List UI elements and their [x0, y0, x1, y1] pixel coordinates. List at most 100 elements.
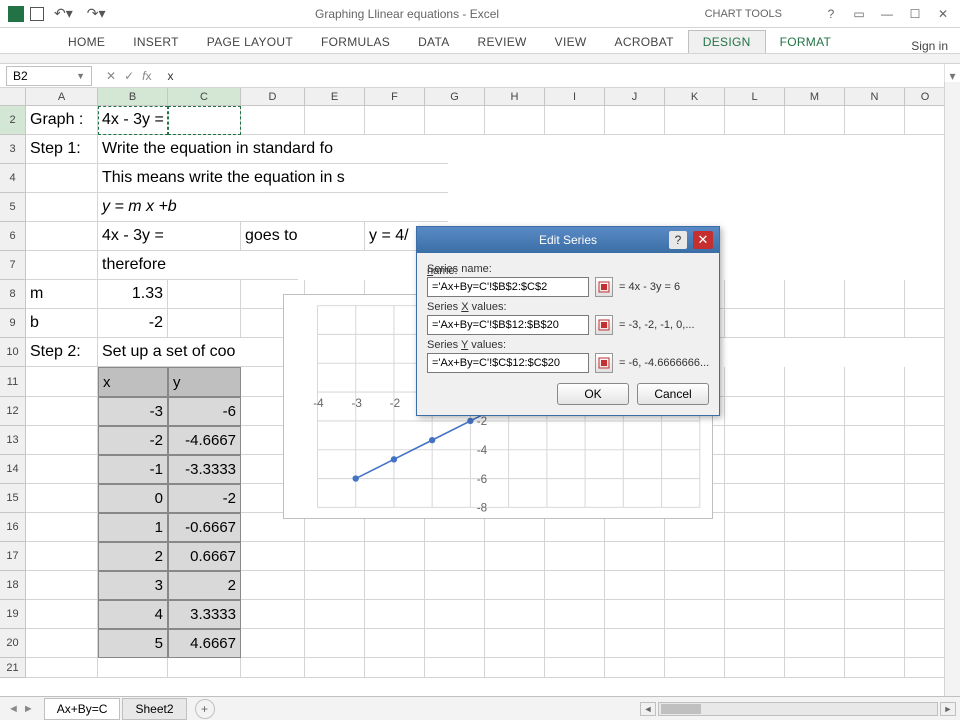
cell[interactable] [365, 571, 425, 600]
cell[interactable] [26, 367, 98, 397]
cell[interactable] [665, 658, 725, 678]
cell[interactable] [725, 397, 785, 426]
cell[interactable] [605, 106, 665, 135]
cell[interactable] [725, 600, 785, 629]
col-header[interactable]: F [365, 88, 425, 106]
cell[interactable] [845, 106, 905, 135]
cell[interactable] [725, 658, 785, 678]
cell[interactable] [605, 600, 665, 629]
signin-link[interactable]: Sign in [911, 39, 960, 53]
cell[interactable] [425, 600, 485, 629]
cell[interactable] [305, 542, 365, 571]
cell[interactable] [305, 600, 365, 629]
table-cell[interactable]: -6 [168, 397, 241, 426]
cell[interactable] [365, 629, 425, 658]
row-header[interactable]: 10 [0, 338, 26, 367]
cell[interactable] [785, 629, 845, 658]
horizontal-scrollbar[interactable] [658, 702, 938, 716]
row-header[interactable]: 12 [0, 397, 26, 426]
row-header[interactable]: 15 [0, 484, 26, 513]
col-header[interactable]: B [98, 88, 168, 106]
cell[interactable] [725, 484, 785, 513]
table-cell[interactable]: 0 [98, 484, 168, 513]
series-x-input[interactable] [427, 315, 589, 335]
cell[interactable] [168, 280, 241, 309]
table-cell[interactable]: -1 [98, 455, 168, 484]
cell[interactable]: Write the equation in standard fo [98, 135, 448, 164]
cell[interactable] [845, 513, 905, 542]
cell[interactable] [26, 571, 98, 600]
cell[interactable] [725, 629, 785, 658]
cell[interactable] [845, 658, 905, 678]
cell[interactable] [785, 426, 845, 455]
cell[interactable] [545, 542, 605, 571]
scroll-left-icon[interactable]: ◄ [640, 702, 656, 716]
name-box[interactable]: B2 ▼ [6, 66, 92, 86]
cell[interactable] [905, 426, 946, 455]
cell[interactable] [725, 106, 785, 135]
cell[interactable] [725, 513, 785, 542]
formula-bar[interactable]: x [159, 69, 944, 83]
table-cell[interactable]: 1 [98, 513, 168, 542]
cell[interactable] [605, 571, 665, 600]
cell[interactable] [365, 542, 425, 571]
tab-home[interactable]: HOME [54, 31, 119, 53]
cell[interactable]: 4x - 3y = 6 [98, 222, 168, 251]
cancel-button[interactable]: Cancel [637, 383, 709, 405]
cell[interactable] [485, 658, 545, 678]
series-y-input[interactable] [427, 353, 589, 373]
table-cell[interactable]: -2 [168, 484, 241, 513]
enter-formula-icon[interactable]: ✓ [124, 69, 134, 83]
table-cell[interactable]: -0.6667 [168, 513, 241, 542]
cell[interactable] [26, 455, 98, 484]
cell[interactable] [98, 658, 168, 678]
col-header[interactable]: I [545, 88, 605, 106]
row-header[interactable]: 14 [0, 455, 26, 484]
col-header[interactable]: G [425, 88, 485, 106]
cell[interactable] [905, 484, 946, 513]
cell[interactable] [365, 658, 425, 678]
scroll-right-icon[interactable]: ► [940, 702, 956, 716]
row-header[interactable]: 16 [0, 513, 26, 542]
cell[interactable] [26, 484, 98, 513]
tab-acrobat[interactable]: ACROBAT [601, 31, 688, 53]
col-header[interactable]: M [785, 88, 845, 106]
cell[interactable]: Step 1: [26, 135, 98, 164]
cell[interactable] [545, 571, 605, 600]
cell[interactable] [905, 513, 946, 542]
cell[interactable] [725, 571, 785, 600]
row-header[interactable]: 5 [0, 193, 26, 222]
col-header[interactable]: L [725, 88, 785, 106]
row-header[interactable]: 9 [0, 309, 26, 338]
table-cell[interactable]: -3.3333 [168, 455, 241, 484]
col-header[interactable]: D [241, 88, 305, 106]
cell[interactable] [485, 106, 545, 135]
cell[interactable] [425, 542, 485, 571]
help-icon[interactable]: ? [822, 7, 840, 21]
cell[interactable] [905, 571, 946, 600]
cell[interactable] [905, 542, 946, 571]
cell[interactable] [485, 600, 545, 629]
row-header[interactable]: 19 [0, 600, 26, 629]
cell[interactable] [905, 629, 946, 658]
table-cell[interactable]: 2 [98, 542, 168, 571]
cell[interactable] [785, 484, 845, 513]
cell[interactable] [665, 600, 725, 629]
cell[interactable]: Set up a set of coo [98, 338, 298, 367]
table-cell[interactable]: 5 [98, 629, 168, 658]
cell[interactable] [665, 106, 725, 135]
sheet-nav-first-icon[interactable]: ◄ [8, 703, 19, 715]
tab-design[interactable]: DESIGN [688, 30, 766, 53]
cell[interactable] [605, 629, 665, 658]
cell[interactable] [425, 629, 485, 658]
tab-page-layout[interactable]: PAGE LAYOUT [193, 31, 307, 53]
col-header[interactable]: H [485, 88, 545, 106]
col-header[interactable]: A [26, 88, 98, 106]
row-header[interactable]: 20 [0, 629, 26, 658]
cell[interactable] [26, 426, 98, 455]
cell[interactable] [845, 629, 905, 658]
cell[interactable] [725, 309, 785, 338]
minimize-icon[interactable]: — [878, 7, 896, 21]
cell[interactable] [26, 251, 98, 280]
cell[interactable] [845, 280, 905, 309]
